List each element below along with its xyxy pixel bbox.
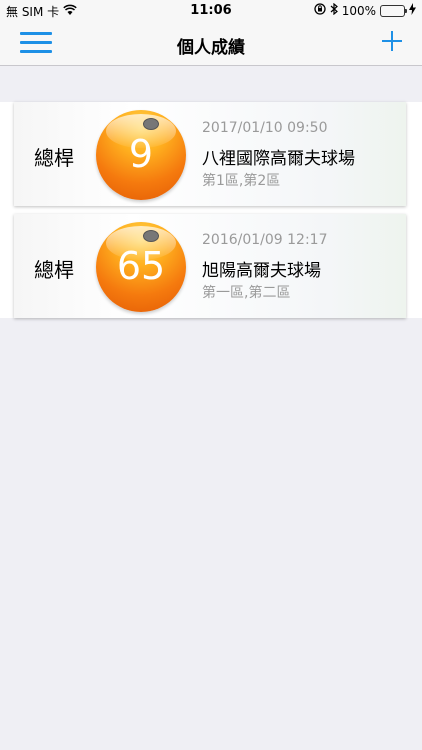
- add-button[interactable]: [382, 31, 402, 51]
- round-info: 2017/01/10 09:50 八裡國際高爾夫球場 第1區,第2區: [202, 120, 400, 190]
- bluetooth-icon: [330, 2, 338, 18]
- status-bar: 無 SIM 卡 11:06 100%: [0, 0, 422, 22]
- score-card[interactable]: 總桿 9 2017/01/10 09:50 八裡國際高爾夫球場 第1區,第2區: [14, 102, 406, 206]
- score-card[interactable]: 總桿 65 2016/01/09 12:17 旭陽高爾夫球場 第一區,第二區: [14, 214, 406, 318]
- battery-icon: [380, 4, 407, 17]
- battery-percent: 100%: [341, 3, 376, 18]
- course-zones: 第一區,第二區: [202, 285, 291, 301]
- golf-ball-icon: 9: [96, 110, 186, 200]
- round-date: 2017/01/10 09:50: [202, 120, 328, 136]
- course-name: 旭陽高爾夫球場: [202, 261, 321, 281]
- course-zones: 第1區,第2區: [202, 173, 281, 189]
- score-value: 65: [116, 244, 166, 288]
- navigation-bar: 個人成績: [0, 22, 422, 66]
- total-strokes-label: 總桿: [34, 258, 74, 282]
- course-name: 八裡國際高爾夫球場: [202, 149, 355, 169]
- ball-dot: [143, 230, 159, 242]
- round-date: 2016/01/09 12:17: [202, 232, 328, 248]
- round-info: 2016/01/09 12:17 旭陽高爾夫球場 第一區,第二區: [202, 232, 400, 302]
- page-title: 個人成績: [177, 38, 245, 58]
- score-value: 9: [128, 132, 154, 176]
- scores-list: 總桿 9 2017/01/10 09:50 八裡國際高爾夫球場 第1區,第2區 …: [0, 102, 422, 318]
- total-strokes-label: 總桿: [34, 146, 74, 170]
- orientation-lock-icon: [314, 3, 326, 18]
- ball-dot: [143, 118, 159, 130]
- golf-ball-icon: 65: [96, 222, 186, 312]
- status-right: 100%: [314, 2, 416, 18]
- charging-icon: [409, 3, 416, 18]
